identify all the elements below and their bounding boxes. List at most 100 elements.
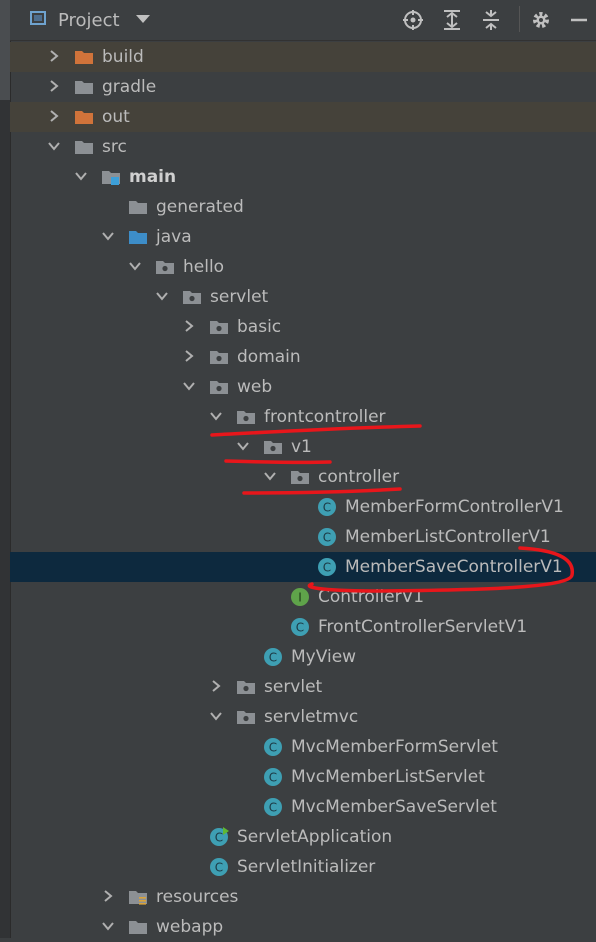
- project-toolbar: Project: [10, 0, 596, 41]
- tree-node-label: domain: [237, 347, 301, 367]
- tree-node-java[interactable]: java: [10, 222, 596, 252]
- svg-text:C: C: [215, 861, 223, 875]
- tree-node-frontcontroller[interactable]: frontcontroller: [10, 402, 596, 432]
- svg-text:C: C: [323, 501, 331, 515]
- tree-node-web[interactable]: web: [10, 372, 596, 402]
- chevron-down-icon[interactable]: [101, 919, 115, 933]
- hide-icon[interactable]: [567, 8, 591, 32]
- settings-icon[interactable]: [529, 8, 553, 32]
- tree-node-servlet[interactable]: servlet: [10, 672, 596, 702]
- dropdown-icon[interactable]: [136, 15, 150, 23]
- chevron-right-icon[interactable]: [209, 679, 223, 693]
- source-folder-icon: [128, 227, 148, 247]
- package-icon: [209, 347, 229, 367]
- package-icon: [209, 377, 229, 397]
- tree-node-servletmvc[interactable]: servletmvc: [10, 702, 596, 732]
- tree-node-memberformcontrollerv1[interactable]: C MemberFormControllerV1: [10, 492, 596, 522]
- svg-text:C: C: [296, 621, 304, 635]
- tree-node-label: FrontControllerServletV1: [318, 617, 528, 637]
- project-tool-tab[interactable]: [0, 0, 10, 100]
- tree-node-controllerv1[interactable]: I ControllerV1: [10, 582, 596, 612]
- class-icon: C: [263, 647, 283, 667]
- tree-node-generated[interactable]: generated: [10, 192, 596, 222]
- excluded-folder-icon: [74, 47, 94, 67]
- interface-icon: I: [290, 587, 310, 607]
- tree-node-hello[interactable]: hello: [10, 252, 596, 282]
- class-icon: C: [290, 617, 310, 637]
- tree-node-mvcmembersaveservlet[interactable]: C MvcMemberSaveServlet: [10, 792, 596, 822]
- tree-node-label: webapp: [156, 917, 224, 937]
- tree-node-v1[interactable]: v1: [10, 432, 596, 462]
- tree-node-memberlistcontrollerv1[interactable]: C MemberListControllerV1: [10, 522, 596, 552]
- class-icon: C: [317, 497, 337, 517]
- tree-node-label: ServletApplication: [237, 827, 393, 847]
- class-icon: C: [263, 797, 283, 817]
- tree-node-label: MyView: [291, 647, 357, 667]
- chevron-down-icon[interactable]: [101, 229, 115, 243]
- tree-node-label: generated: [156, 197, 244, 217]
- tree-node-out[interactable]: out: [10, 102, 596, 132]
- tree-node-domain[interactable]: domain: [10, 342, 596, 372]
- tree-node-label: ServletInitializer: [237, 857, 376, 877]
- svg-text:C: C: [269, 651, 277, 665]
- chevron-right-icon[interactable]: [101, 889, 115, 903]
- tree-node-label: controller: [318, 467, 400, 487]
- collapse-all-icon[interactable]: [479, 8, 503, 32]
- tree-node-label: v1: [291, 437, 312, 457]
- excluded-folder-icon: [74, 107, 94, 127]
- folder-icon: [74, 137, 94, 157]
- tree-node-src[interactable]: src: [10, 132, 596, 162]
- tree-node-mvcmemberformservlet[interactable]: C MvcMemberFormServlet: [10, 732, 596, 762]
- svg-text:C: C: [215, 831, 223, 845]
- tree-node-label: MvcMemberFormServlet: [291, 737, 498, 757]
- package-icon: [236, 677, 256, 697]
- tree-node-mvcmemberlistservlet[interactable]: C MvcMemberListServlet: [10, 762, 596, 792]
- package-icon: [236, 707, 256, 727]
- tree-node-servletinitializer[interactable]: C ServletInitializer: [10, 852, 596, 882]
- chevron-down-icon[interactable]: [209, 409, 223, 423]
- chevron-down-icon[interactable]: [236, 439, 250, 453]
- tree-node-basic[interactable]: basic: [10, 312, 596, 342]
- chevron-down-icon[interactable]: [209, 709, 223, 723]
- chevron-right-icon[interactable]: [47, 49, 61, 63]
- class-icon: C: [209, 857, 229, 877]
- tree-node-main[interactable]: main: [10, 162, 596, 192]
- chevron-down-icon[interactable]: [128, 259, 142, 273]
- chevron-right-icon[interactable]: [47, 79, 61, 93]
- tree-node-servlet[interactable]: servlet: [10, 282, 596, 312]
- tree-node-resources[interactable]: resources: [10, 882, 596, 912]
- tree-node-build[interactable]: build: [10, 42, 596, 72]
- chevron-down-icon[interactable]: [155, 289, 169, 303]
- chevron-down-icon[interactable]: [74, 169, 88, 183]
- chevron-down-icon[interactable]: [263, 469, 277, 483]
- project-view-icon: [30, 11, 46, 25]
- chevron-down-icon[interactable]: [182, 379, 196, 393]
- locate-icon[interactable]: [401, 8, 425, 32]
- folder-icon: [74, 77, 94, 97]
- svg-text:C: C: [269, 741, 277, 755]
- module-folder-icon: [101, 167, 121, 187]
- package-icon: [182, 287, 202, 307]
- tree-node-membersavecontrollerv1[interactable]: C MemberSaveControllerV1: [10, 552, 596, 582]
- tree-node-myview[interactable]: C MyView: [10, 642, 596, 672]
- class-icon: C: [317, 527, 337, 547]
- chevron-right-icon[interactable]: [182, 319, 196, 333]
- tree-node-label: frontcontroller: [264, 407, 386, 427]
- tree-node-servletapplication[interactable]: C ServletApplication: [10, 822, 596, 852]
- tree-node-label: servletmvc: [264, 707, 359, 727]
- runnable-class-icon: C: [209, 827, 229, 847]
- package-icon: [236, 407, 256, 427]
- toolbar-divider: [519, 6, 520, 32]
- package-icon: [290, 467, 310, 487]
- svg-text:C: C: [323, 561, 331, 575]
- chevron-down-icon[interactable]: [47, 139, 61, 153]
- expand-all-icon[interactable]: [440, 8, 464, 32]
- chevron-right-icon[interactable]: [47, 109, 61, 123]
- tree-node-label: MvcMemberSaveServlet: [291, 797, 497, 817]
- tree-node-label: java: [156, 227, 192, 247]
- tree-node-gradle[interactable]: gradle: [10, 72, 596, 102]
- project-view-title[interactable]: Project: [58, 10, 120, 31]
- chevron-right-icon[interactable]: [182, 349, 196, 363]
- tree-node-frontcontrollerservletv1[interactable]: C FrontControllerServletV1: [10, 612, 596, 642]
- tree-node-controller[interactable]: controller: [10, 462, 596, 492]
